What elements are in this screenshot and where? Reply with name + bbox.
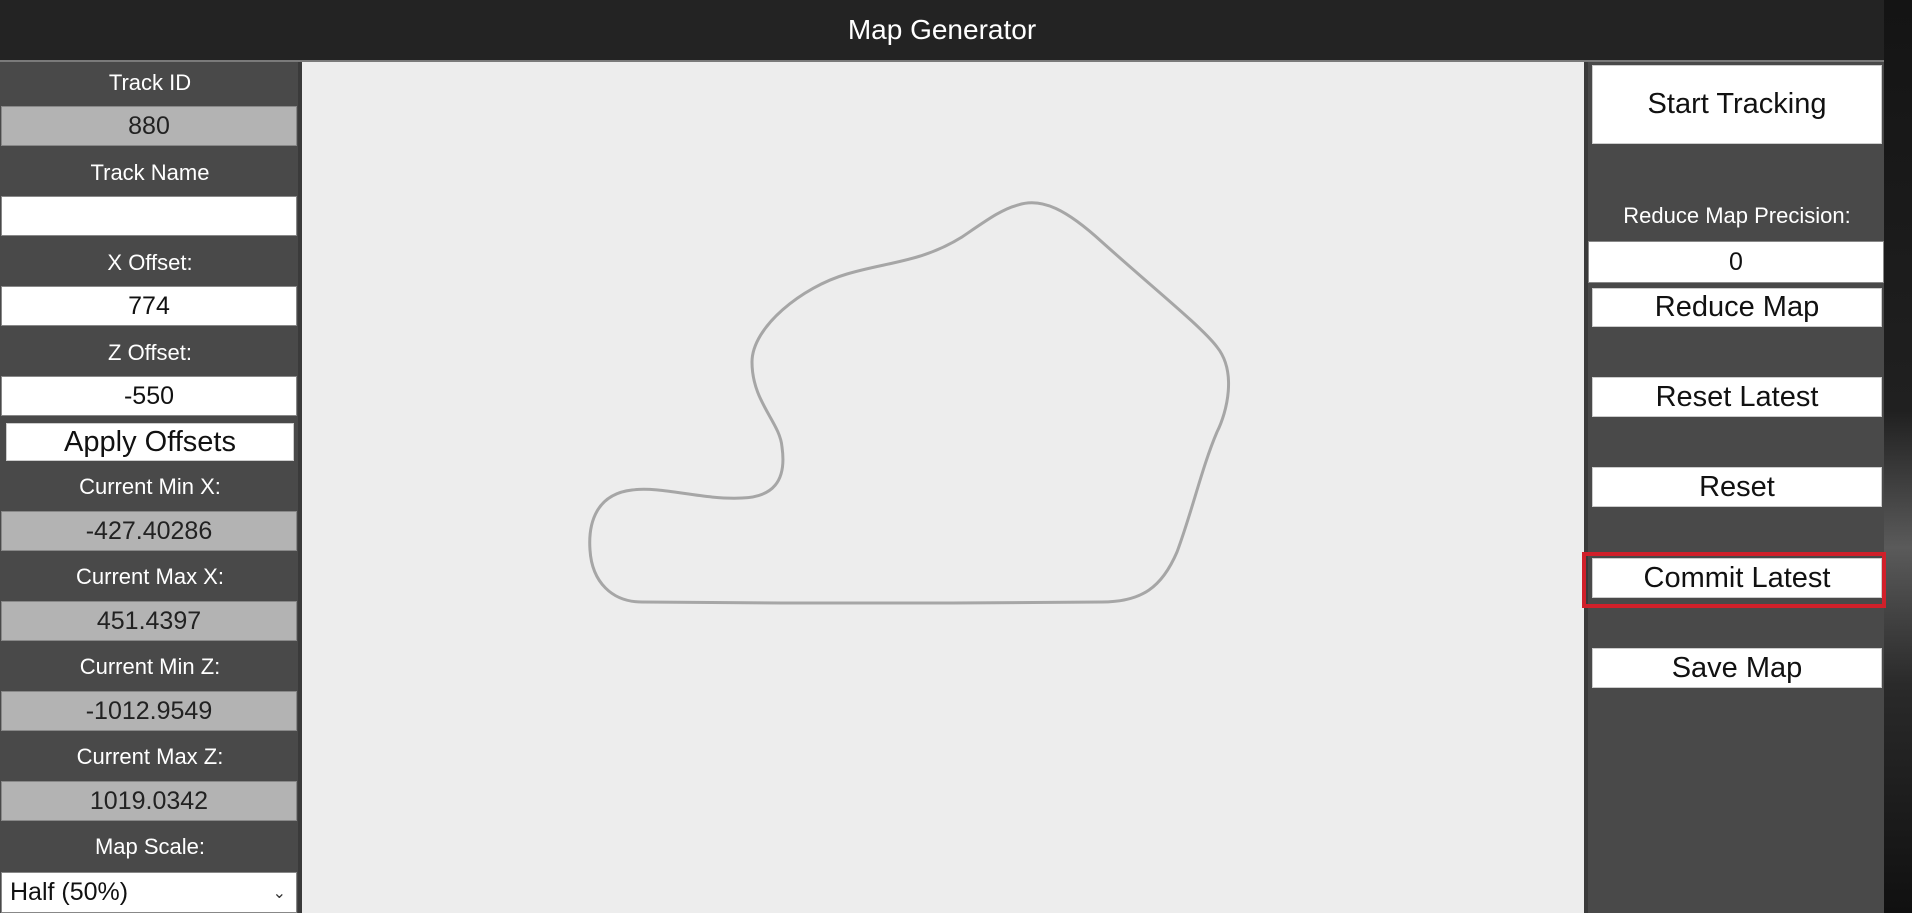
min-x-label: Current Min X: <box>79 474 221 499</box>
track-id-field: 880 <box>1 106 297 146</box>
map-scale-label: Map Scale: <box>94 834 206 859</box>
reset-latest-button[interactable]: Reset Latest <box>1592 377 1882 417</box>
reduce-map-button[interactable]: Reduce Map <box>1592 288 1882 327</box>
map-canvas[interactable] <box>302 62 1584 913</box>
min-x-field: -427.40286 <box>1 511 297 551</box>
max-z-field: 1019.0342 <box>1 781 297 821</box>
background-window <box>1884 0 1912 913</box>
map-scale-value: Half (50%) <box>10 878 129 906</box>
max-z-label: Current Max Z: <box>76 744 224 769</box>
z-offset-input[interactable]: -550 <box>1 376 297 416</box>
track-outline <box>588 201 1231 605</box>
min-z-label: Current Min Z: <box>79 654 221 679</box>
track-map-svg <box>588 201 1231 605</box>
track-name-label: Track Name <box>90 160 210 185</box>
chevron-down-icon: ⌄ <box>272 885 286 902</box>
x-offset-label: X Offset: <box>107 250 193 275</box>
track-id-label: Track ID <box>108 70 192 95</box>
right-divider <box>1584 62 1588 913</box>
x-offset-input[interactable]: 774 <box>1 286 297 326</box>
start-tracking-button[interactable]: Start Tracking <box>1592 65 1882 144</box>
commit-latest-highlight <box>1582 552 1886 608</box>
apply-offsets-button[interactable]: Apply Offsets <box>6 423 294 461</box>
max-x-field: 451.4397 <box>1 601 297 641</box>
max-x-label: Current Max X: <box>76 564 224 589</box>
reset-button[interactable]: Reset <box>1592 467 1882 507</box>
reduce-precision-label: Reduce Map Precision: <box>1623 203 1851 228</box>
map-scale-select[interactable]: Half (50%) ⌄ <box>1 872 297 913</box>
window-title: Map Generator <box>0 0 1884 60</box>
reduce-precision-input[interactable]: 0 <box>1588 241 1884 283</box>
z-offset-label: Z Offset: <box>108 340 192 365</box>
min-z-field: -1012.9549 <box>1 691 297 731</box>
save-map-button[interactable]: Save Map <box>1592 648 1882 688</box>
track-name-input[interactable] <box>1 196 297 236</box>
left-panel: Track ID 880 Track Name X Offset: 774 Z … <box>0 62 300 913</box>
